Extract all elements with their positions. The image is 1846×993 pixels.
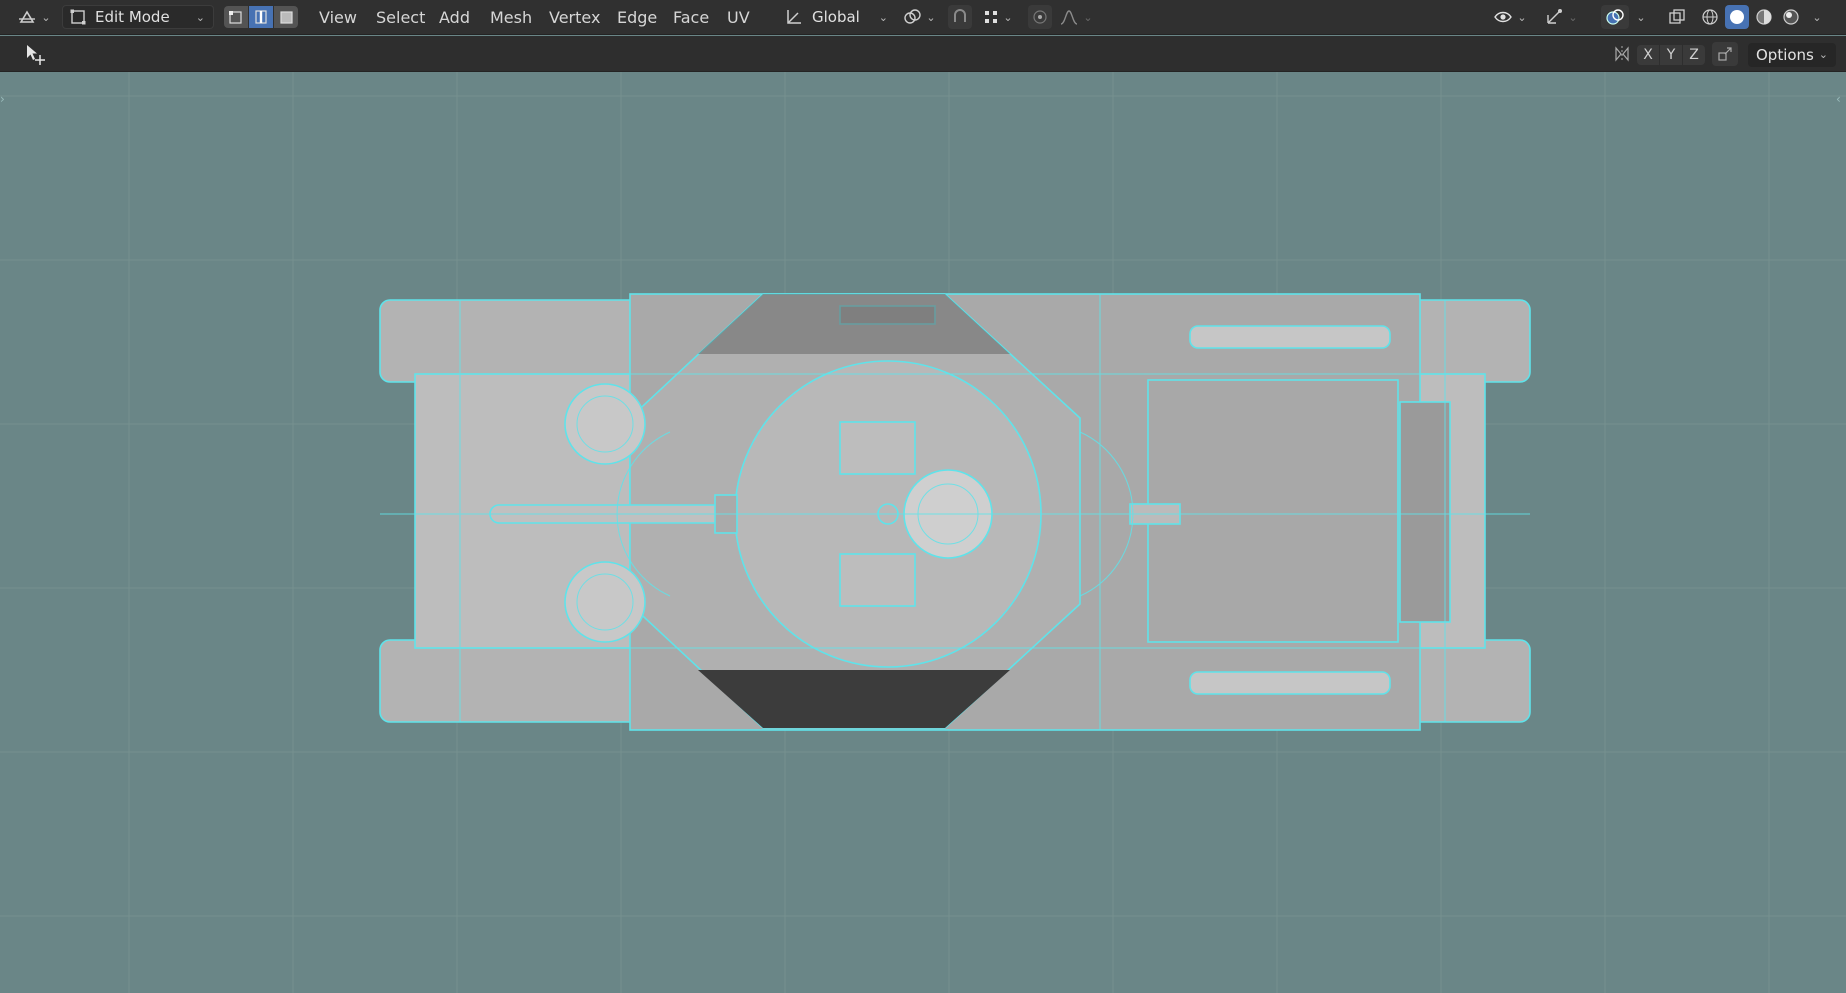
hatch-bottom (839, 553, 916, 607)
3d-viewport[interactable]: › ‹ (0, 72, 1846, 993)
chevron-down-icon: ⌄ (878, 10, 888, 24)
menu-vertex[interactable]: Vertex (543, 6, 606, 29)
pivot-point-icon[interactable]: ⌄ (900, 5, 938, 29)
exhaust-bottom (1189, 671, 1391, 695)
options-dropdown[interactable]: Options ⌄ (1748, 43, 1836, 67)
hatch-top (839, 421, 916, 475)
rear-plate (1399, 401, 1451, 623)
tank-mesh[interactable] (360, 282, 1540, 822)
mirror-y-toggle[interactable]: Y (1660, 45, 1682, 65)
mode-dropdown[interactable]: Edit Mode ⌄ (62, 5, 214, 29)
face-select-icon[interactable] (274, 6, 298, 28)
falloff-icon[interactable]: ⌄ (1056, 5, 1096, 29)
chevron-down-icon[interactable]: ⌄ (1632, 5, 1650, 29)
mirror-icon[interactable] (1610, 42, 1634, 66)
chevron-down-icon[interactable]: ⌄ (1808, 5, 1826, 29)
options-label: Options (1756, 46, 1814, 64)
solid-shading-icon[interactable] (1725, 5, 1749, 29)
exhaust-top (1189, 325, 1391, 349)
menu-view[interactable]: View (313, 6, 363, 29)
chevron-down-icon: ⌄ (1818, 48, 1828, 61)
chevron-down-icon: ⌄ (41, 10, 51, 24)
menu-select[interactable]: Select (370, 6, 431, 29)
toolbar-expand-icon[interactable]: › (0, 92, 10, 112)
viewport-header: ⌄ Edit Mode ⌄ View Select Add Mesh Verte… (0, 0, 1846, 35)
editor-type-icon[interactable]: ⌄ (14, 5, 54, 29)
engine-deck (1147, 379, 1399, 643)
auto-merge-icon[interactable] (1712, 42, 1738, 66)
transform-orientation-dropdown[interactable]: Global ⌄ (784, 5, 890, 29)
wireframe-shading-icon[interactable] (1698, 5, 1722, 29)
transform-orientation-icon (784, 7, 804, 27)
chevron-down-icon: ⌄ (926, 10, 936, 24)
blender-window: ⌄ Edit Mode ⌄ View Select Add Mesh Verte… (0, 0, 1846, 993)
xray-icon[interactable] (1664, 5, 1690, 29)
menu-uv[interactable]: UV (721, 6, 756, 29)
object-visibility-icon[interactable]: ⌄ (1490, 5, 1530, 29)
mode-label: Edit Mode (95, 8, 170, 26)
chevron-down-icon: ⌄ (195, 10, 205, 24)
chevron-down-icon: ⌄ (1568, 10, 1578, 24)
chevron-down-icon: ⌄ (1003, 10, 1013, 24)
chevron-down-icon: ⌄ (1517, 10, 1527, 24)
rendered-shading-icon[interactable] (1779, 5, 1803, 29)
proportional-editing-icon[interactable] (1028, 5, 1052, 29)
orientation-label: Global (812, 8, 860, 26)
menu-face[interactable]: Face (667, 6, 715, 29)
vertex-select-icon[interactable] (224, 6, 248, 28)
edit-mode-icon (69, 8, 87, 26)
gizmo-icon[interactable]: ⌄ (1540, 5, 1582, 29)
snap-icon[interactable] (948, 5, 972, 29)
edge-select-icon[interactable] (249, 6, 273, 28)
menu-edge[interactable]: Edge (611, 6, 663, 29)
chevron-down-icon: ⌄ (1083, 10, 1093, 24)
select-tool-icon[interactable] (20, 42, 52, 66)
sidebar-expand-icon[interactable]: ‹ (1836, 92, 1846, 112)
mirror-z-toggle[interactable]: Z (1683, 45, 1705, 65)
menu-mesh[interactable]: Mesh (484, 6, 538, 29)
snap-increment-icon[interactable]: ⌄ (978, 5, 1018, 29)
overlays-icon[interactable] (1601, 5, 1629, 29)
material-shading-icon[interactable] (1752, 5, 1776, 29)
menu-add[interactable]: Add (433, 6, 476, 29)
mirror-x-toggle[interactable]: X (1637, 45, 1659, 65)
tool-settings-bar: X Y Z Options ⌄ (0, 36, 1846, 72)
